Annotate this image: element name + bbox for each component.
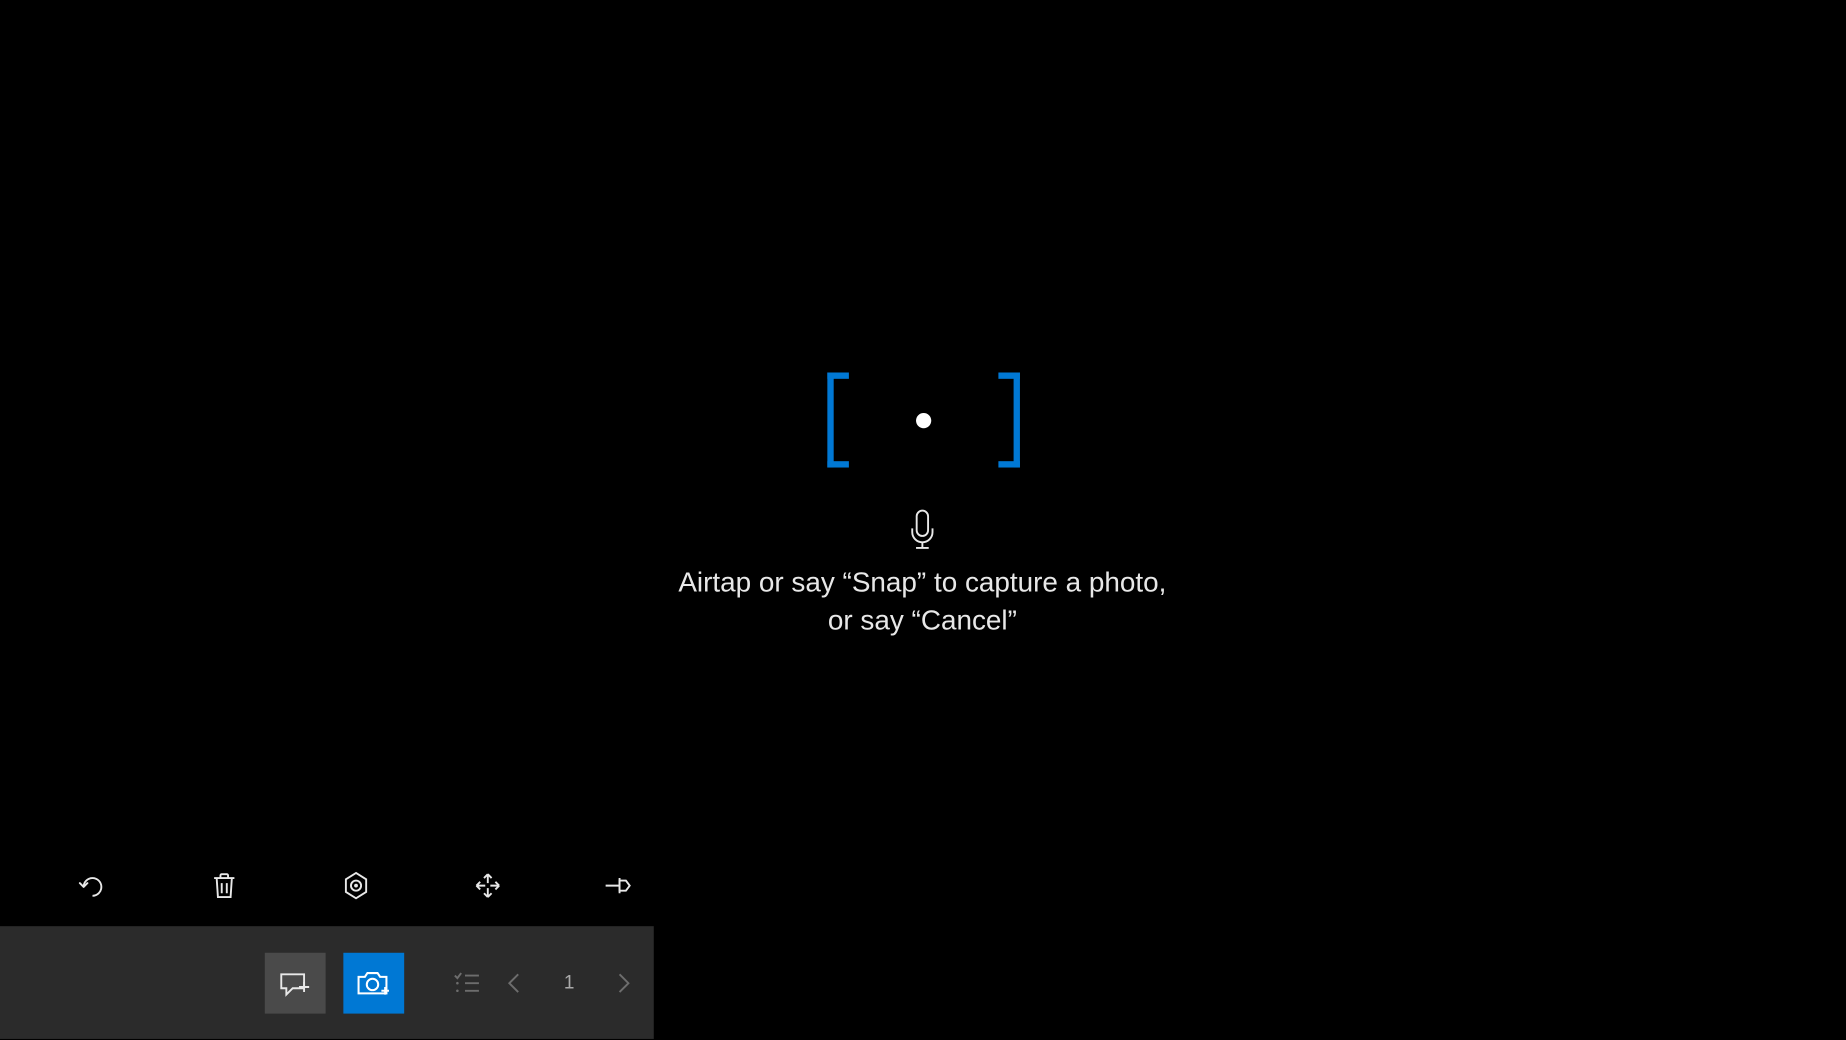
instruction-line-1: Airtap or say “Snap” to capture a photo, <box>0 564 1845 602</box>
locate-button[interactable] <box>340 869 373 902</box>
bottom-panel: 1 <box>0 926 654 1039</box>
microphone-icon <box>908 509 936 550</box>
annotate-button[interactable] <box>265 952 326 1013</box>
next-page-button[interactable] <box>607 970 640 995</box>
prev-page-button[interactable] <box>498 970 531 995</box>
trash-icon <box>212 872 237 900</box>
camera-button[interactable] <box>343 952 404 1013</box>
center-dot-icon <box>916 412 931 427</box>
chevron-left-icon <box>506 970 524 995</box>
chevron-right-icon <box>615 970 633 995</box>
annotate-icon <box>279 969 312 997</box>
pin-icon <box>604 874 634 897</box>
list-button[interactable] <box>452 971 480 994</box>
list-icon <box>452 971 480 994</box>
camera-icon <box>356 967 391 997</box>
instruction-line-2: or say “Cancel” <box>0 601 1845 639</box>
instruction-text: Airtap or say “Snap” to capture a photo,… <box>0 564 1845 639</box>
locate-icon <box>341 870 371 900</box>
pin-button[interactable] <box>603 869 636 902</box>
bracket-right-icon <box>998 372 1020 467</box>
undo-icon <box>79 872 107 900</box>
page-number: 1 <box>549 972 590 994</box>
tool-row <box>76 869 636 902</box>
bracket-left-icon <box>827 372 849 467</box>
undo-button[interactable] <box>76 869 109 902</box>
viewfinder <box>827 372 1020 467</box>
delete-button[interactable] <box>208 869 241 902</box>
move-button[interactable] <box>471 869 504 902</box>
move-icon <box>474 872 502 900</box>
